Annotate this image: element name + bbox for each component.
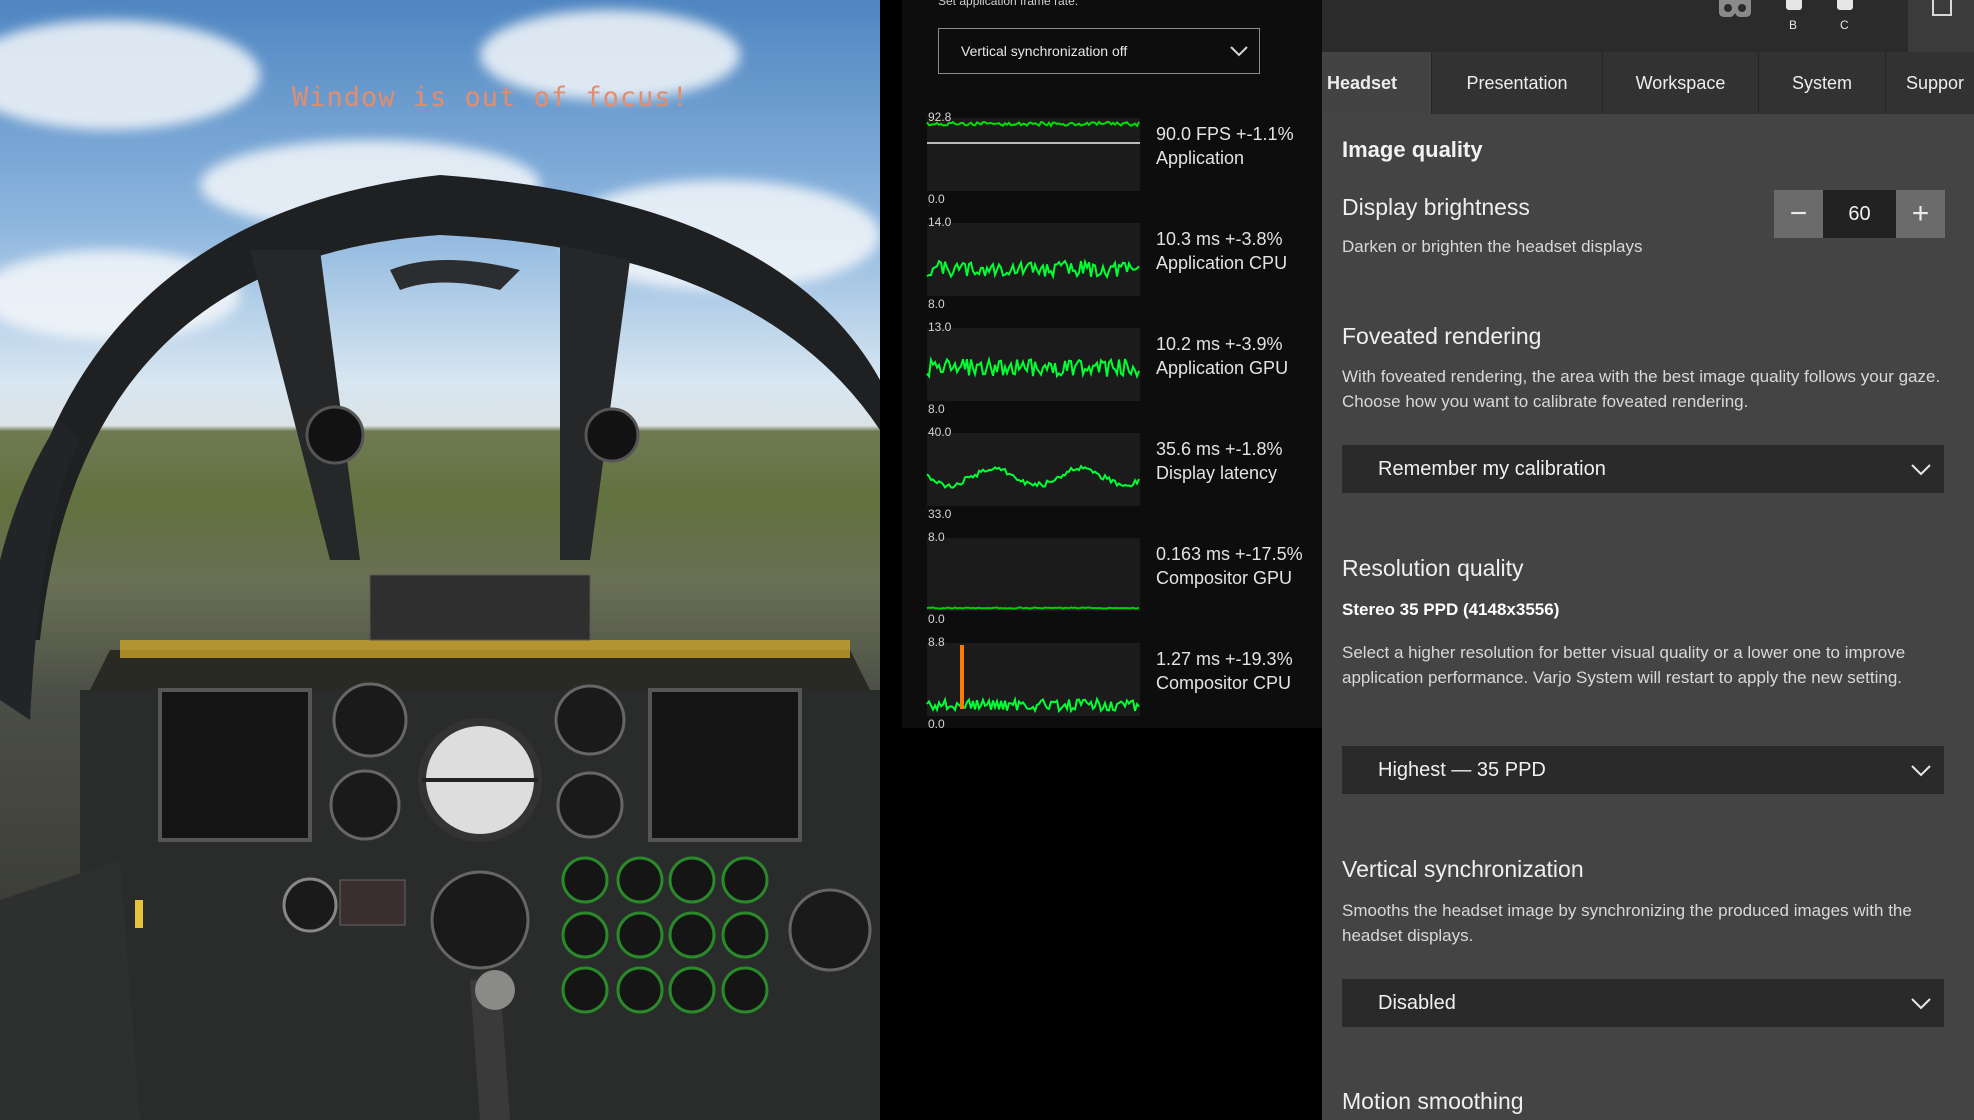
settings-tabs: Headset Presentation Workspace System Su… <box>1322 52 1974 114</box>
perf-graph-row: 40.0 33.0 35.6 ms +-1.8% Display latency <box>915 425 1315 530</box>
brightness-stepper: − 60 + <box>1774 190 1945 238</box>
frame-rate-select-value: Vertical synchronization off <box>961 43 1128 59</box>
perf-graph-line <box>926 606 1140 610</box>
perf-graph-line <box>926 355 1140 380</box>
game-viewport[interactable]: Window is out of focus! <box>0 0 880 1120</box>
perf-graph-row: 8.8 0.0 1.27 ms +-19.3% Compositor CPU <box>915 635 1315 740</box>
button-c-icon[interactable] <box>1837 0 1853 10</box>
perf-graph-trace <box>926 696 1140 714</box>
brightness-title: Display brightness <box>1342 194 1530 220</box>
headset-icon[interactable] <box>1718 0 1752 18</box>
window-control-button[interactable] <box>1908 0 1974 52</box>
perf-graph-min-label: 8.0 <box>928 402 945 416</box>
vsync-title: Vertical synchronization <box>1342 856 1584 882</box>
perf-graph-name: Application GPU <box>1156 358 1289 378</box>
perf-graph-min-label: 8.0 <box>928 297 945 311</box>
chevron-down-icon <box>1911 998 1931 1010</box>
brightness-decrease-button[interactable]: − <box>1774 190 1823 238</box>
perf-graph-name: Compositor GPU <box>1156 568 1293 588</box>
resolution-current-value: Stereo 35 PPD (4148x3556) <box>1342 600 1560 619</box>
perf-graph-value: 10.3 ms +-3.8% <box>1156 229 1283 249</box>
perf-graph-line <box>926 645 1140 714</box>
foveated-dropdown[interactable]: Remember my calibration <box>1342 445 1944 493</box>
resolution-title: Resolution quality <box>1342 555 1524 581</box>
perf-graph-value: 35.6 ms +-1.8% <box>1156 439 1283 459</box>
tab-presentation[interactable]: Presentation <box>1432 52 1603 114</box>
resolution-dropdown-value: Highest — 35 PPD <box>1378 758 1546 781</box>
perf-graph-min-label: 0.0 <box>928 717 945 731</box>
brightness-value[interactable]: 60 <box>1823 190 1896 238</box>
chevron-down-icon <box>1911 464 1931 476</box>
tab-system[interactable]: System <box>1759 52 1886 114</box>
focus-warning-text: Window is out of focus! <box>292 82 689 113</box>
perf-graph-trace <box>926 120 1140 128</box>
vsync-dropdown[interactable]: Disabled <box>1342 979 1944 1027</box>
chevron-down-icon <box>1230 46 1248 57</box>
perf-graph-trace <box>926 606 1140 610</box>
button-b-icon[interactable] <box>1786 0 1802 10</box>
top-bar: B C <box>1322 0 1974 52</box>
perf-graph-min-label: 33.0 <box>928 507 952 521</box>
perf-graph-trace <box>926 258 1140 280</box>
motion-smoothing-title: Motion smoothing <box>1342 1088 1524 1114</box>
vsync-dropdown-value: Disabled <box>1378 991 1456 1014</box>
perf-graph-trace <box>926 355 1140 380</box>
perf-graph-value: 10.2 ms +-3.9% <box>1156 334 1283 354</box>
tab-support[interactable]: Suppor <box>1886 52 1974 114</box>
button-b-label: B <box>1789 18 1798 32</box>
foveated-desc: With foveated rendering, the area with t… <box>1342 367 1941 411</box>
chevron-down-icon <box>1911 765 1931 777</box>
brightness-increase-button[interactable]: + <box>1896 190 1945 238</box>
tab-workspace[interactable]: Workspace <box>1603 52 1759 114</box>
section-title-image-quality: Image quality <box>1342 137 1483 162</box>
perf-graph-name: Application CPU <box>1156 253 1288 273</box>
perf-graph-line <box>926 464 1140 489</box>
vsync-desc: Smooths the headset image by synchronizi… <box>1342 901 1912 945</box>
perf-graph-value: 1.27 ms +-19.3% <box>1156 649 1293 669</box>
perf-graph-value: 0.163 ms +-17.5% <box>1156 544 1303 564</box>
frame-rate-select[interactable]: Vertical synchronization off <box>938 28 1260 74</box>
performance-stats-panel: Set application frame rate: Vertical syn… <box>902 0 1322 731</box>
frame-rate-label: Set application frame rate: <box>938 0 1079 8</box>
foveated-title: Foveated rendering <box>1342 323 1542 349</box>
perf-graph-min-label: 0.0 <box>928 192 945 206</box>
button-c-label: C <box>1840 18 1849 32</box>
perf-graph-row: 13.0 8.0 10.2 ms +-3.9% Application GPU <box>915 320 1315 425</box>
perf-graph-row: 8.0 0.0 0.163 ms +-17.5% Compositor GPU <box>915 530 1315 635</box>
perf-graph-row: 92.8 0.0 90.0 FPS +-1.1% Application <box>915 110 1315 215</box>
settings-panel: B C Headset Presentation Workspace Syste… <box>1322 0 1974 1120</box>
window-icon <box>1932 0 1952 16</box>
cockpit-illustration <box>0 175 880 1120</box>
perf-graph-line <box>926 120 1140 144</box>
foveated-dropdown-value: Remember my calibration <box>1378 457 1606 480</box>
perf-graph-row: 14.0 8.0 10.3 ms +-3.8% Application CPU <box>915 215 1315 320</box>
perf-graph-name: Display latency <box>1156 463 1278 483</box>
perf-graph-trace <box>926 464 1140 489</box>
perf-graph-name: Compositor CPU <box>1156 673 1292 693</box>
perf-graph-min-label: 0.0 <box>928 612 945 626</box>
resolution-dropdown[interactable]: Highest — 35 PPD <box>1342 746 1944 794</box>
perf-graph-value: 90.0 FPS +-1.1% <box>1156 124 1294 144</box>
tab-headset[interactable]: Headset <box>1322 52 1432 114</box>
perf-graph-name: Application <box>1156 148 1245 168</box>
resolution-desc: Select a higher resolution for better vi… <box>1342 643 1906 687</box>
perf-graph-line <box>926 258 1140 280</box>
